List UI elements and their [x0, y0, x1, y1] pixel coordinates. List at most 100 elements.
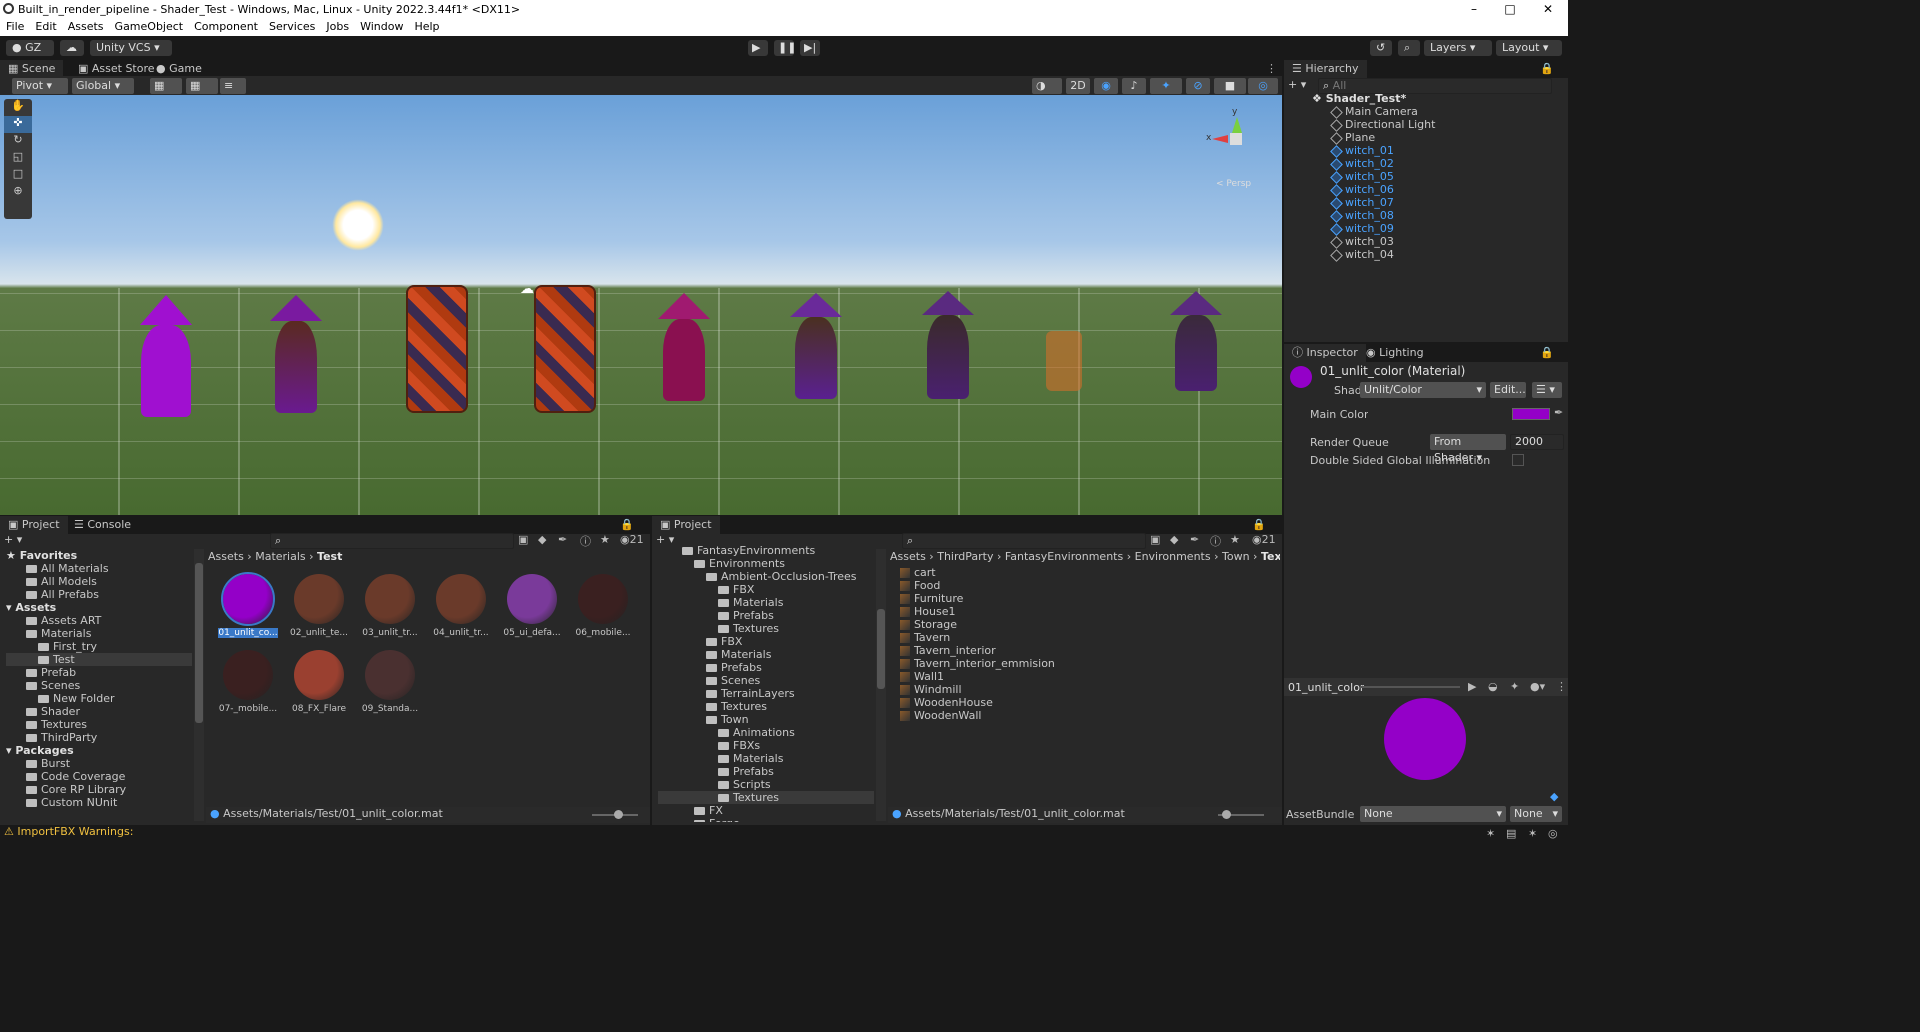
tree-item[interactable]: ThirdParty — [6, 731, 192, 744]
asset-item[interactable]: 09_Standa... — [360, 650, 420, 714]
eyedropper-icon[interactable]: ✒ — [1554, 406, 1563, 419]
texture-file-item[interactable]: cart — [900, 566, 1270, 579]
add-object-button[interactable]: + ▾ — [1288, 78, 1310, 94]
tree-scrollbar[interactable] — [194, 549, 204, 821]
menu-edit[interactable]: Edit — [35, 18, 56, 36]
assetbundle-dropdown[interactable]: None ▾ — [1360, 806, 1506, 822]
double-sided-gi-checkbox[interactable] — [1512, 454, 1524, 466]
breadcrumb-item[interactable]: Materials — [255, 550, 305, 563]
create-asset-button[interactable]: + ▾ — [4, 533, 22, 546]
cloud-button[interactable]: ☁ — [60, 40, 84, 56]
play-button[interactable]: ▶ — [748, 40, 768, 56]
tree-item[interactable]: Animations — [658, 726, 874, 739]
barrel-object[interactable] — [534, 285, 596, 413]
tree-item[interactable]: FantasyEnvironments — [658, 544, 874, 557]
tab-hierarchy[interactable]: ☰ Hierarchy — [1284, 60, 1367, 78]
menu-file[interactable]: File — [6, 18, 24, 36]
status-check-icon[interactable]: ◎ — [1548, 827, 1558, 840]
visibility-count[interactable]: ◉21 — [1252, 533, 1276, 546]
tree-item[interactable]: ★ Favorites — [6, 549, 192, 562]
warning-filter-icon[interactable]: ⓘ — [1210, 533, 1221, 549]
effects-dropdown[interactable]: ✦ — [1150, 78, 1182, 94]
menu-help[interactable]: Help — [414, 18, 439, 36]
tree-item[interactable]: All Materials — [6, 562, 192, 575]
kebab-menu-icon[interactable]: ⋮ — [1556, 680, 1567, 693]
label-tag-icon[interactable]: ◆ — [1550, 790, 1558, 803]
barrel-object[interactable] — [406, 285, 468, 413]
orientation-gizmo[interactable]: y x < Persp — [1206, 105, 1264, 189]
menu-component[interactable]: Component — [194, 18, 258, 36]
texture-file-item[interactable]: WoodenHouse — [900, 696, 1270, 709]
hierarchy-item[interactable]: witch_03 — [1330, 235, 1562, 249]
tree-item[interactable]: FX — [658, 804, 874, 817]
texture-file-item[interactable]: Food — [900, 579, 1270, 592]
tree-item[interactable]: Scenes — [6, 679, 192, 692]
asset-item[interactable]: 04_unlit_tr... — [431, 574, 491, 638]
tree-item[interactable]: Town — [658, 713, 874, 726]
cache-icon[interactable]: ▤ — [1506, 827, 1516, 840]
tree-item[interactable]: FBXs — [658, 739, 874, 752]
render-queue-input[interactable]: 2000 — [1510, 434, 1564, 450]
grid-visibility-button[interactable]: ▦ — [186, 78, 218, 94]
breadcrumb-item[interactable]: Textures — [1261, 550, 1280, 563]
shader-edit-button[interactable]: Edit... — [1490, 382, 1526, 398]
tree-item[interactable]: Textures — [658, 791, 874, 804]
tree-item[interactable]: Prefabs — [658, 661, 874, 674]
breadcrumb-item[interactable]: Test — [317, 550, 342, 563]
light-icon[interactable]: ✦ — [1510, 680, 1519, 693]
hidden-objects-toggle[interactable]: ⊘ — [1186, 78, 1210, 94]
asset-item[interactable]: 08_FX_Flare — [289, 650, 349, 714]
tree-item[interactable]: ▾ Packages — [6, 744, 192, 757]
minimize-button[interactable]: – — [1456, 0, 1492, 18]
tree-item[interactable]: Burst — [6, 757, 192, 770]
witch-figure[interactable] — [786, 293, 846, 399]
tree-item[interactable]: Materials — [658, 648, 874, 661]
asset-item[interactable]: 05_ui_defa... — [502, 574, 562, 638]
hierarchy-item[interactable]: witch_08 — [1330, 209, 1562, 223]
texture-file-item[interactable]: Furniture — [900, 592, 1270, 605]
texture-file-item[interactable]: Windmill — [900, 683, 1270, 696]
asset-item[interactable]: 01_unlit_co... — [218, 572, 278, 638]
texture-file-item[interactable]: Tavern — [900, 631, 1270, 644]
tree-item[interactable]: First_try — [6, 640, 192, 653]
render-queue-dropdown[interactable]: From Shader ▾ — [1430, 434, 1506, 464]
texture-file-item[interactable]: WoodenWall — [900, 709, 1270, 722]
kebab-menu-icon[interactable]: ⋮ — [1266, 62, 1277, 75]
search-by-label-icon[interactable]: ◆ — [1170, 533, 1178, 546]
texture-file-item[interactable]: Storage — [900, 618, 1270, 631]
lighting-toggle[interactable]: ◉ — [1094, 78, 1118, 94]
asset-item[interactable]: 07-_mobile... — [218, 650, 278, 714]
favorite-star-icon[interactable]: ★ — [1230, 533, 1240, 546]
step-button[interactable]: ▶| — [800, 40, 820, 56]
menu-assets[interactable]: Assets — [68, 18, 104, 36]
global-dropdown[interactable]: Global ▾ — [72, 78, 134, 94]
sphere-icon[interactable]: ◒ — [1488, 680, 1498, 693]
sphere-dropdown[interactable]: ●▾ — [1530, 680, 1545, 693]
hierarchy-item[interactable]: witch_02 — [1330, 157, 1562, 171]
hierarchy-item[interactable]: Directional Light — [1330, 118, 1562, 132]
tree-item[interactable]: Scripts — [658, 778, 874, 791]
tree-scrollbar-2[interactable] — [876, 549, 886, 821]
tree-item[interactable]: ▾ Assets — [6, 601, 192, 614]
hierarchy-item[interactable]: witch_05 — [1330, 170, 1562, 184]
tree-item[interactable]: Textures — [658, 622, 874, 635]
zoom-slider-2[interactable] — [1218, 810, 1264, 819]
increment-snap-button[interactable]: ≡ — [220, 78, 246, 94]
hierarchy-item[interactable]: Main Camera — [1330, 105, 1562, 119]
tree-item[interactable]: All Prefabs — [6, 588, 192, 601]
witch-figure[interactable] — [918, 291, 978, 399]
network-icon[interactable]: ✶ — [1528, 827, 1537, 840]
scene-viewport[interactable]: ☁ ✋ ✜ ↻ ◱ □ ⊕ y x < Persp — [0, 95, 1282, 515]
menu-jobs[interactable]: Jobs — [326, 18, 349, 36]
assetbundle-variant-dropdown[interactable]: None ▾ — [1510, 806, 1562, 822]
pause-button[interactable]: ❚❚ — [774, 40, 796, 56]
tree-item[interactable]: FBX — [658, 583, 874, 596]
account-button[interactable]: ● GZ ▾ — [6, 40, 54, 70]
search-by-type-icon[interactable]: ▣ — [518, 533, 528, 546]
pivot-dropdown[interactable]: Pivot ▾ — [12, 78, 68, 94]
tree-item[interactable]: Prefab — [6, 666, 192, 679]
hierarchy-item[interactable]: Plane — [1330, 131, 1562, 145]
tree-item[interactable]: Assets ART — [6, 614, 192, 627]
menu-services[interactable]: Services — [269, 18, 315, 36]
breadcrumb-item[interactable]: Assets — [890, 550, 926, 563]
